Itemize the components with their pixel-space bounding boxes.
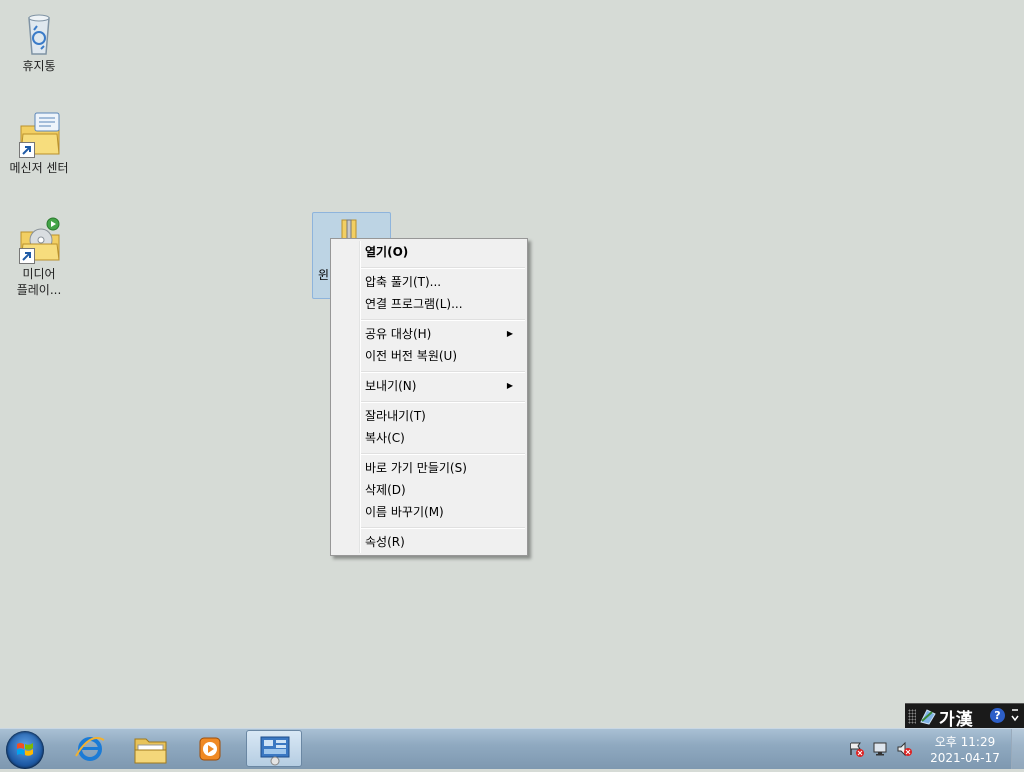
drag-grip[interactable] <box>908 709 916 724</box>
menu-item-send-to[interactable]: 보내기(N) ▶ <box>365 376 521 396</box>
menu-separator <box>361 371 525 373</box>
menu-item-extract[interactable]: 압축 풀기(T)... <box>365 272 521 292</box>
submenu-arrow-icon: ▶ <box>506 329 513 338</box>
menu-item-delete[interactable]: 삭제(D) <box>365 480 521 500</box>
menu-item-open[interactable]: 열기(O) <box>365 242 521 262</box>
menu-item-properties[interactable]: 속성(R) <box>365 532 521 552</box>
menu-item-restore-previous[interactable]: 이전 버전 복원(U) <box>365 346 521 366</box>
menu-gutter <box>359 241 361 553</box>
clock-time: 오후 11:29 <box>934 735 996 749</box>
windows-logo-icon <box>17 743 33 756</box>
taskbar-ie-button[interactable] <box>62 730 118 767</box>
clock-date: 2021-04-17 <box>930 751 1000 765</box>
menu-separator <box>361 527 525 529</box>
menu-item-create-shortcut[interactable]: 바로 가기 만들기(S) <box>365 458 521 478</box>
context-menu: 열기(O) 압축 풀기(T)... 연결 프로그램(L)... 공유 대상(H)… <box>330 238 528 556</box>
messenger-folder-icon <box>15 110 63 158</box>
taskbar-explorer-button[interactable] <box>122 730 178 767</box>
action-center-icon[interactable] <box>848 741 864 757</box>
media-player-icon <box>199 737 221 761</box>
menu-item-copy[interactable]: 복사(C) <box>365 428 521 448</box>
media-player-folder-icon <box>15 216 63 264</box>
submenu-arrow-icon: ▶ <box>506 381 513 390</box>
shortcut-arrow-icon <box>19 142 35 158</box>
recycle-bin-icon <box>15 8 63 56</box>
ime-mode-toggle[interactable]: 가漢 <box>939 705 974 730</box>
menu-item-open-with[interactable]: 연결 프로그램(L)... <box>365 294 521 314</box>
taskbar: 오후 11:29 2021-04-17 <box>0 728 1024 769</box>
taskbar-control-panel-button[interactable] <box>246 730 302 767</box>
control-panel-icon <box>260 736 290 766</box>
menu-separator <box>361 267 525 269</box>
desktop-icon-messenger-center[interactable]: 메신저 센터 <box>1 110 77 176</box>
menu-separator <box>361 319 525 321</box>
desktop-icon-label: 미디어 플레이... <box>16 267 62 297</box>
menu-separator <box>361 401 525 403</box>
menu-item-share-with[interactable]: 공유 대상(H) ▶ <box>365 324 521 344</box>
taskbar-media-player-button[interactable] <box>182 730 238 767</box>
desktop-icon-label: 메신저 센터 <box>9 161 69 175</box>
selected-file-label: 윈 <box>318 268 330 282</box>
menu-item-cut[interactable]: 잘라내기(T) <box>365 406 521 426</box>
shortcut-arrow-icon <box>19 248 35 264</box>
start-orb[interactable] <box>6 731 44 769</box>
menu-separator <box>361 453 525 455</box>
internet-explorer-icon <box>75 737 105 761</box>
help-icon[interactable]: ? <box>990 708 1005 723</box>
network-icon[interactable] <box>872 741 888 757</box>
options-icon[interactable] <box>1010 707 1020 728</box>
show-desktop-button[interactable] <box>1011 729 1024 769</box>
desktop-icon-media-player[interactable]: 미디어 플레이... <box>1 216 77 298</box>
desktop-icon-recycle-bin[interactable]: 휴지통 <box>1 8 77 74</box>
desktop-icon-label: 휴지통 <box>22 59 56 73</box>
language-bar: 가漢 ? <box>905 703 1024 730</box>
system-clock[interactable]: 오후 11:29 2021-04-17 <box>920 734 1010 766</box>
volume-muted-icon[interactable] <box>896 741 912 757</box>
ime-pad-icon[interactable] <box>919 708 937 725</box>
menu-item-rename[interactable]: 이름 바꾸기(M) <box>365 502 521 522</box>
windows-explorer-icon <box>134 738 167 764</box>
